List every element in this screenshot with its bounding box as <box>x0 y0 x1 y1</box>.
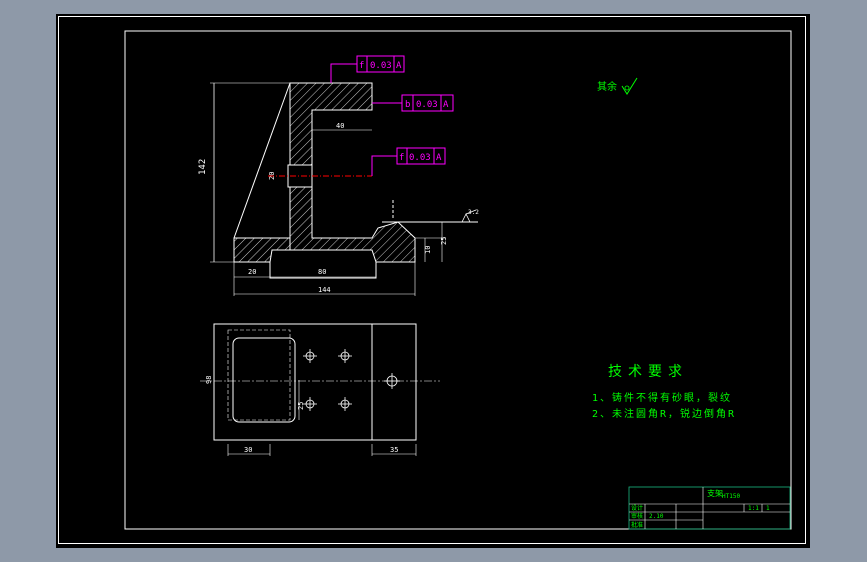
dim-bottom-left-label: 20 <box>248 268 256 276</box>
dim-bottom-mid-label: 80 <box>318 268 326 276</box>
title-part-name: 支架 <box>707 488 723 498</box>
tol2-symbol: b <box>405 100 410 110</box>
roughness-note: 其余 <box>597 77 638 95</box>
dim-hole-label: 20 <box>268 172 276 180</box>
tolerance-frames: f 0.03 A b 0.03 A f 0.03 A <box>330 55 454 176</box>
cad-drawing: 142 40 20 25 10 20 80 144 3.2 f 0.03 A b… <box>124 30 792 530</box>
dim-right-small-label: 10 <box>424 246 432 254</box>
roughness-value-label: 3.2 <box>468 209 479 216</box>
title-role-check: 审核 <box>631 512 643 520</box>
title-role-design: 设计 <box>631 504 643 512</box>
tolerance-leader-3 <box>371 155 397 176</box>
tol2-datum: A <box>443 100 449 110</box>
tol3-datum: A <box>436 153 442 163</box>
plan-view: 30 35 98 25 <box>200 323 440 456</box>
title-date: 2.10 <box>649 513 664 520</box>
roughness-note-symbol <box>621 77 638 95</box>
title-count: 1 <box>766 505 770 512</box>
title-scale: 1:1 <box>748 505 759 512</box>
plan-dim-width-label: 98 <box>205 376 213 384</box>
front-section-view: 142 40 20 25 10 20 80 144 3.2 <box>198 82 479 296</box>
dim-height-label: 142 <box>198 159 208 175</box>
dim-overall-label: 144 <box>318 286 331 294</box>
tech-req-line1: 1、铸件不得有砂眼，裂纹 <box>592 391 732 404</box>
dim-slot-label: 40 <box>336 122 344 130</box>
plan-dim-left-label: 30 <box>244 446 252 454</box>
plan-outline <box>213 323 417 441</box>
tol1-symbol: f <box>359 61 364 71</box>
plan-dim-right-label: 35 <box>390 446 398 454</box>
tol1-value: 0.03 <box>370 61 392 71</box>
title-material: HT150 <box>722 493 740 500</box>
dim-right-height-label: 25 <box>440 237 448 245</box>
tol3-symbol: f <box>399 153 404 163</box>
title-role-approve: 批准 <box>631 521 643 529</box>
tech-req-line2: 2、未注圆角R，锐边倒角R <box>592 407 736 420</box>
title-block: 支架 HT150 1:1 1 设计 审核 批准 2.10 <box>628 486 791 530</box>
roughness-note-label: 其余 <box>597 80 617 93</box>
plan-dim-inner-label: 25 <box>297 402 305 410</box>
tol1-datum: A <box>396 61 402 71</box>
plan-holes <box>303 349 400 411</box>
tech-req-title: 技术要求 <box>608 364 688 380</box>
tol2-value: 0.03 <box>416 100 438 110</box>
rib-outline <box>233 82 291 239</box>
drawing-border-inner <box>124 30 792 530</box>
tolerance-leader-1 <box>330 63 357 83</box>
tol3-value: 0.03 <box>409 153 431 163</box>
plan-pocket <box>232 337 296 423</box>
plan-pocket-outer <box>227 329 291 421</box>
technical-requirements: 技术要求 1、铸件不得有砂眼，裂纹 2、未注圆角R，锐边倒角R <box>592 364 736 420</box>
